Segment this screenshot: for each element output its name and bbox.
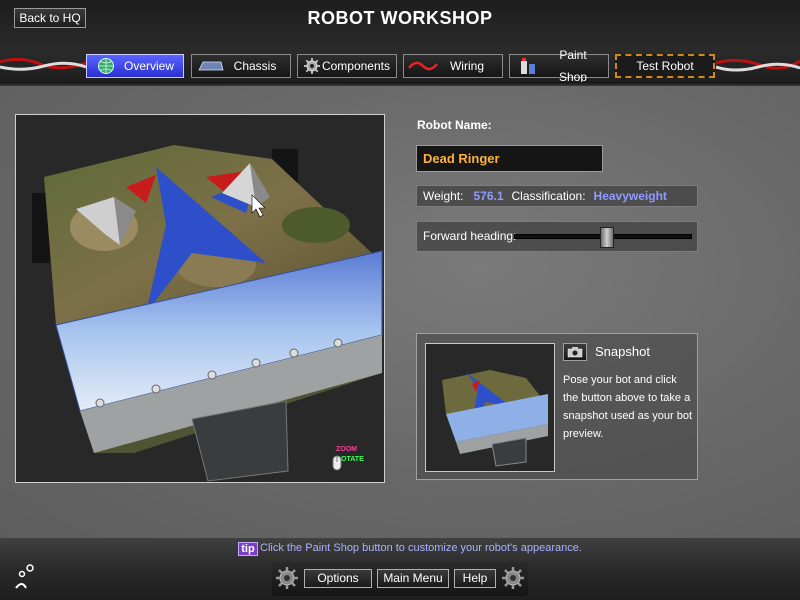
tip-text: Click the Paint Shop button to customize… <box>260 542 582 554</box>
robot-3d-viewport[interactable]: ZOOM ROTATE <box>15 114 385 483</box>
chassis-icon <box>196 56 226 76</box>
robot-render <box>32 145 383 482</box>
zoom-hint-label: ZOOM <box>336 446 357 453</box>
forward-heading-label: Forward heading: <box>423 229 517 243</box>
main-menu-button[interactable]: Main Menu <box>377 569 449 588</box>
snapshot-button[interactable] <box>563 343 587 361</box>
weight-value: 576.1 <box>473 189 504 203</box>
globe-icon <box>91 56 121 76</box>
snapshot-preview-image <box>442 370 548 467</box>
help-button[interactable]: Help <box>454 569 496 588</box>
classification-label: Classification: <box>511 189 586 203</box>
camera-icon <box>567 347 583 358</box>
tab-label: Overview <box>123 59 174 73</box>
options-button[interactable]: Options <box>304 569 372 588</box>
mouse-icon <box>332 455 342 471</box>
decorative-wire-right <box>716 58 800 72</box>
tab-wiring[interactable]: Wiring <box>403 54 503 78</box>
tab-components[interactable]: Components <box>297 54 397 78</box>
forward-heading-slider-thumb[interactable] <box>600 227 614 248</box>
header-bar: Back to HQ ROBOT WORKSHOP Overview Chass… <box>0 0 800 86</box>
robot-name-input[interactable]: Dead Ringer <box>416 145 603 172</box>
gear-icon <box>276 567 298 589</box>
snapshot-panel: Snapshot Pose your bot and click the but… <box>416 333 698 480</box>
test-robot-button[interactable]: Test Robot <box>615 54 715 78</box>
forward-heading-slider[interactable] <box>514 227 692 248</box>
paint-cans-icon <box>514 56 544 76</box>
forward-heading-strip: Forward heading: <box>416 221 698 252</box>
tab-label: Wiring <box>449 59 484 73</box>
wire-icon <box>408 56 438 76</box>
page-title: ROBOT WORKSHOP <box>307 8 493 28</box>
robot-name-label: Robot Name: <box>417 118 492 132</box>
tab-paint-shop[interactable]: Paint Shop <box>509 48 609 84</box>
tab-label: Paint Shop <box>558 48 588 84</box>
gear-icon <box>302 56 322 76</box>
tab-label: Chassis <box>233 59 277 73</box>
tab-label: Components <box>321 59 390 73</box>
tip-badge: tip <box>238 542 258 556</box>
decorative-wire-left <box>0 57 86 71</box>
snapshot-description: Pose your bot and click the button above… <box>563 374 693 440</box>
weight-label: Weight: <box>423 189 464 203</box>
snapshot-title: Snapshot <box>595 344 650 359</box>
game-logo-icon <box>15 564 34 589</box>
tab-overview[interactable]: Overview <box>86 54 184 78</box>
gear-icon <box>502 567 524 589</box>
tab-chassis[interactable]: Chassis <box>191 54 291 78</box>
weight-class-strip: Weight: 576.1 Classification: Heavyweigh… <box>416 185 698 207</box>
footer-bar: tip Click the Paint Shop button to custo… <box>0 538 800 600</box>
snapshot-preview <box>425 343 555 472</box>
classification-value: Heavyweight <box>593 189 667 203</box>
tab-label: Test Robot <box>636 59 694 73</box>
